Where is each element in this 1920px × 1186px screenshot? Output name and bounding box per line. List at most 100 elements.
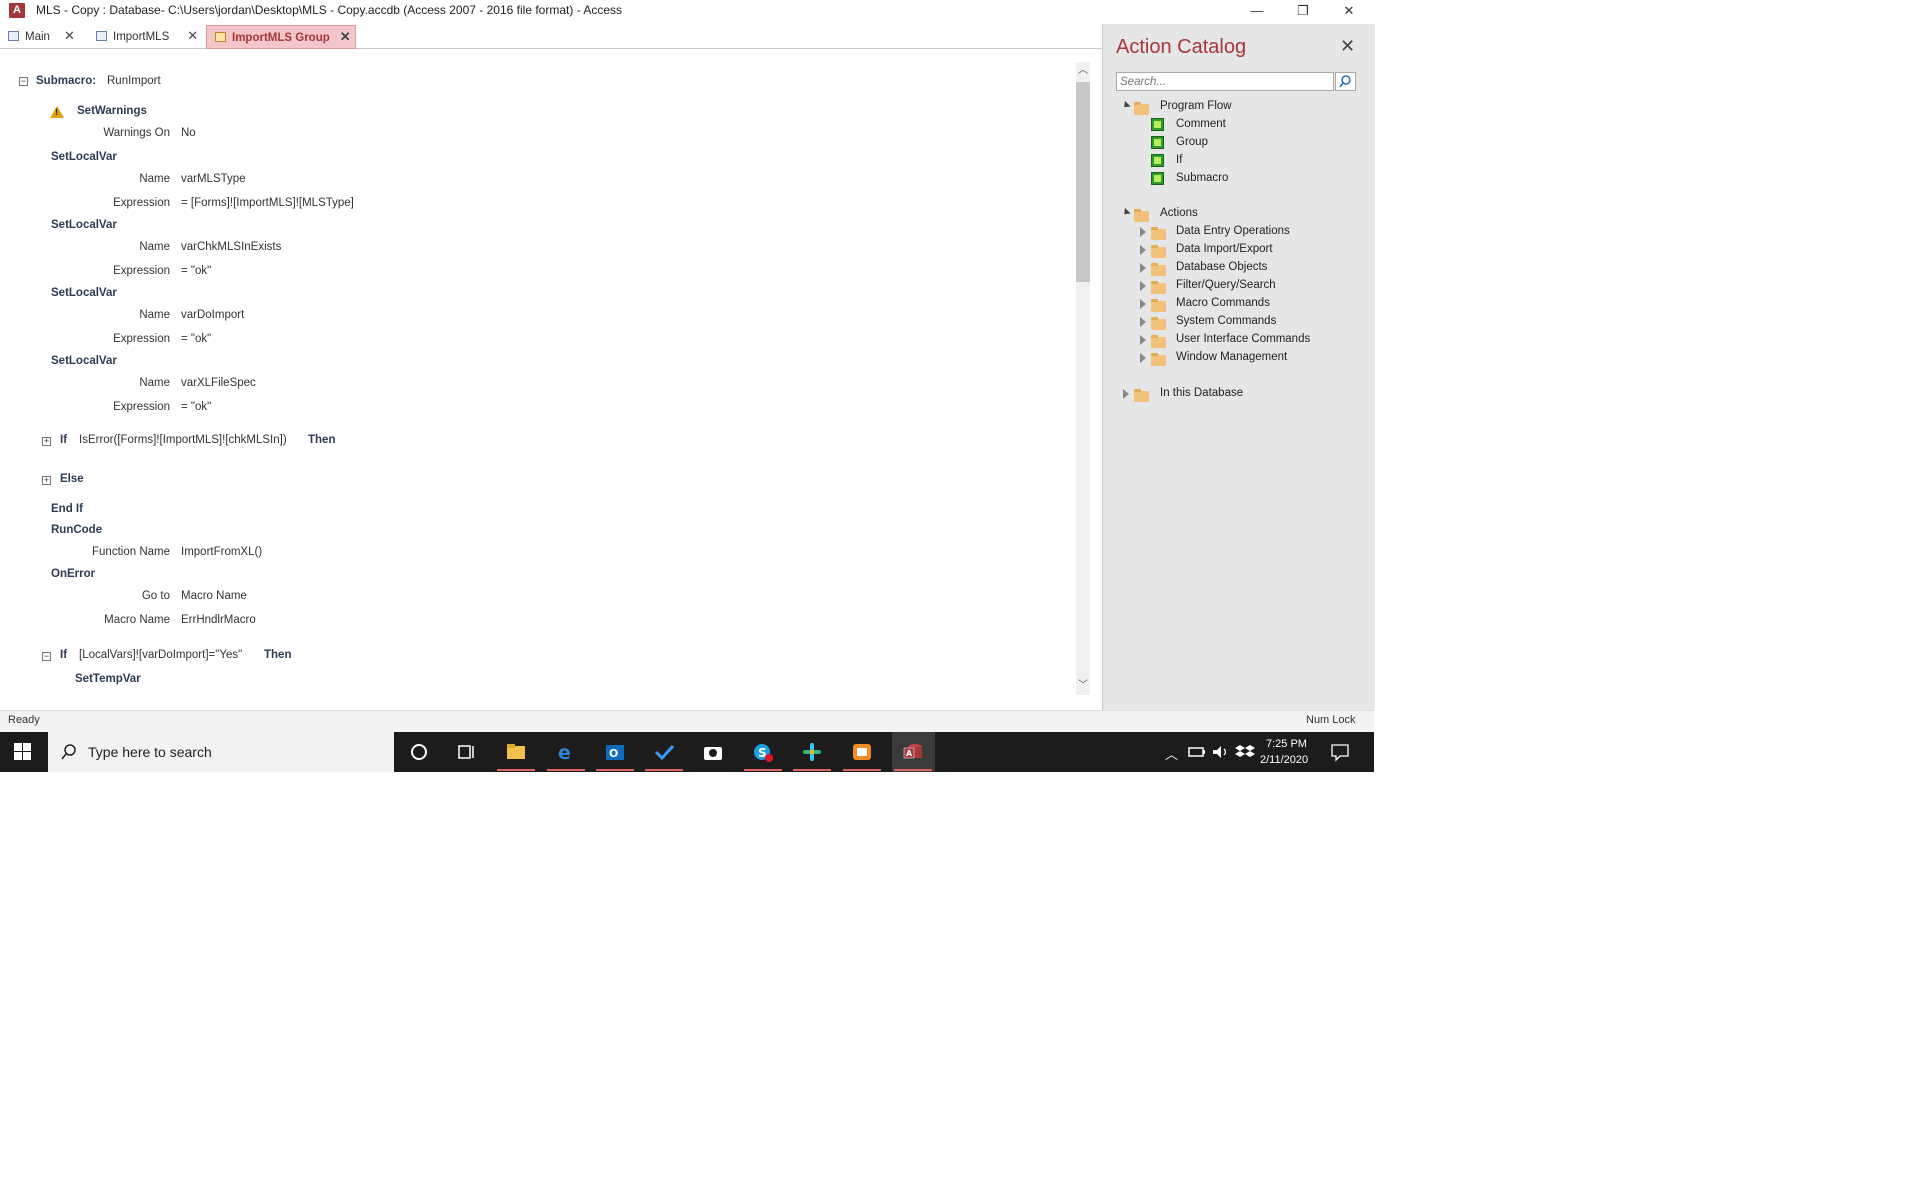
show-hidden-icons[interactable]: ︿ bbox=[1165, 744, 1178, 763]
windows-start-icon[interactable] bbox=[14, 743, 32, 761]
catalog-action-category[interactable]: Filter/Query/Search bbox=[1176, 279, 1276, 291]
tab-close-icon[interactable]: ✕ bbox=[64, 25, 75, 47]
restore-button[interactable]: ❐ bbox=[1280, 0, 1326, 22]
cortana-icon[interactable] bbox=[408, 742, 430, 762]
goto-value[interactable]: Macro Name bbox=[181, 590, 247, 602]
collapsed-icon[interactable] bbox=[1140, 353, 1146, 363]
warnings-on-value[interactable]: No bbox=[181, 127, 196, 139]
outlook-icon[interactable]: O bbox=[604, 742, 626, 762]
running-indicator bbox=[793, 769, 831, 771]
onerror-action[interactable]: OnError bbox=[51, 568, 95, 580]
var-name-value[interactable]: varDoImport bbox=[181, 309, 244, 321]
search-icon[interactable] bbox=[1335, 72, 1356, 91]
minimize-button[interactable]: — bbox=[1234, 0, 1280, 22]
file-explorer-icon[interactable] bbox=[505, 742, 527, 762]
collapsed-icon[interactable] bbox=[1140, 263, 1146, 273]
catalog-action-category[interactable]: Macro Commands bbox=[1176, 297, 1270, 309]
if-condition[interactable]: IsError([Forms]![ImportMLS]![chkMLSIn]) bbox=[79, 434, 287, 446]
tab-main[interactable]: Main ✕ bbox=[0, 25, 86, 47]
notifications-icon[interactable] bbox=[1329, 742, 1351, 762]
catalog-item-submacro[interactable]: Submacro bbox=[1176, 172, 1228, 184]
collapse-icon[interactable]: − bbox=[19, 77, 28, 86]
settempvar-action[interactable]: SetTempVar bbox=[75, 673, 141, 685]
function-name-label: Function Name bbox=[92, 546, 170, 558]
expand-icon[interactable]: + bbox=[42, 437, 51, 446]
expand-icon[interactable]: + bbox=[42, 476, 51, 485]
action-catalog-pane bbox=[1102, 24, 1375, 710]
macro-name-value[interactable]: ErrHndlrMacro bbox=[181, 614, 256, 626]
var-expression-value[interactable]: = "ok" bbox=[181, 333, 211, 345]
catalog-action-category[interactable]: System Commands bbox=[1176, 315, 1276, 327]
dropbox-icon[interactable] bbox=[1234, 742, 1256, 762]
folder-icon bbox=[1151, 353, 1166, 366]
catalog-action-category[interactable]: Data Entry Operations bbox=[1176, 225, 1290, 237]
else-keyword: Else bbox=[60, 473, 84, 485]
goto-label: Go to bbox=[141, 590, 170, 602]
runcode-action[interactable]: RunCode bbox=[51, 524, 102, 536]
var-name-value[interactable]: varMLSType bbox=[181, 173, 246, 185]
volume-icon[interactable] bbox=[1210, 742, 1232, 762]
catalog-item-group[interactable]: Group bbox=[1176, 136, 1208, 148]
catalog-item-comment[interactable]: Comment bbox=[1176, 118, 1226, 130]
collapsed-icon[interactable] bbox=[1140, 245, 1146, 255]
tab-importmls-group[interactable]: ImportMLS Group ✕ bbox=[206, 25, 356, 49]
var-expression-value[interactable]: = "ok" bbox=[181, 401, 211, 413]
app-icon[interactable] bbox=[851, 742, 873, 762]
collapsed-icon[interactable] bbox=[1140, 227, 1146, 237]
function-name-value[interactable]: ImportFromXL() bbox=[181, 546, 262, 558]
catalog-program-flow[interactable]: Program Flow bbox=[1160, 100, 1232, 112]
folder-icon bbox=[1151, 227, 1166, 240]
submacro-name[interactable]: RunImport bbox=[107, 75, 161, 87]
comment-icon bbox=[1151, 118, 1164, 131]
setlocalvar-action[interactable]: SetLocalVar bbox=[51, 355, 117, 367]
collapse-icon[interactable]: − bbox=[42, 652, 51, 661]
tab-close-icon[interactable]: ✕ bbox=[340, 26, 351, 48]
var-expression-value[interactable]: = [Forms]![ImportMLS]![MLSType] bbox=[181, 197, 354, 209]
clock-time[interactable]: 7:25 PM bbox=[1266, 738, 1307, 750]
name-label: Name bbox=[139, 377, 170, 389]
name-label: Name bbox=[139, 241, 170, 253]
catalog-action-category[interactable]: Data Import/Export bbox=[1176, 243, 1273, 255]
clock-date[interactable]: 2/11/2020 bbox=[1260, 754, 1308, 766]
scroll-up-icon[interactable]: ︿ bbox=[1076, 63, 1090, 79]
catalog-close-icon[interactable]: ✕ bbox=[1340, 36, 1355, 57]
close-window-button[interactable]: ✕ bbox=[1326, 0, 1372, 22]
var-name-value[interactable]: varChkMLSInExists bbox=[181, 241, 281, 253]
battery-icon[interactable] bbox=[1186, 742, 1208, 762]
scroll-down-icon[interactable]: ﹀ bbox=[1076, 678, 1090, 694]
catalog-in-this-database[interactable]: In this Database bbox=[1160, 387, 1243, 399]
slack-icon[interactable] bbox=[801, 742, 823, 762]
macro-editor[interactable] bbox=[0, 50, 1102, 700]
tab-importmls[interactable]: ImportMLS ✕ bbox=[88, 25, 204, 47]
access-icon[interactable]: A bbox=[902, 742, 924, 762]
folder-icon bbox=[1134, 102, 1149, 115]
task-view-icon[interactable] bbox=[456, 742, 478, 762]
collapsed-icon[interactable] bbox=[1140, 317, 1146, 327]
catalog-action-category[interactable]: Window Management bbox=[1176, 351, 1287, 363]
edge-icon[interactable]: e bbox=[555, 742, 577, 762]
folder-icon bbox=[1151, 317, 1166, 330]
setwarnings-action[interactable]: SetWarnings bbox=[77, 105, 147, 117]
setlocalvar-action[interactable]: SetLocalVar bbox=[51, 151, 117, 163]
var-expression-value[interactable]: = "ok" bbox=[181, 265, 211, 277]
todo-icon[interactable] bbox=[653, 742, 675, 762]
var-name-value[interactable]: varXLFileSpec bbox=[181, 377, 256, 389]
skype-icon[interactable]: S bbox=[752, 742, 774, 762]
camera-icon[interactable] bbox=[702, 742, 724, 762]
setlocalvar-action[interactable]: SetLocalVar bbox=[51, 287, 117, 299]
catalog-action-category[interactable]: User Interface Commands bbox=[1176, 333, 1310, 345]
catalog-action-category[interactable]: Database Objects bbox=[1176, 261, 1267, 273]
collapsed-icon[interactable] bbox=[1123, 389, 1129, 399]
tab-close-icon[interactable]: ✕ bbox=[187, 25, 198, 47]
collapsed-icon[interactable] bbox=[1140, 299, 1146, 309]
collapsed-icon[interactable] bbox=[1140, 281, 1146, 291]
access-app-icon[interactable]: A bbox=[9, 3, 25, 18]
catalog-search-input[interactable] bbox=[1116, 72, 1334, 91]
scrollbar-thumb[interactable] bbox=[1076, 82, 1090, 282]
if-condition[interactable]: [LocalVars]![varDoImport]="Yes" bbox=[79, 649, 242, 661]
folder-icon bbox=[1151, 299, 1166, 312]
collapsed-icon[interactable] bbox=[1140, 335, 1146, 345]
catalog-actions[interactable]: Actions bbox=[1160, 207, 1198, 219]
setlocalvar-action[interactable]: SetLocalVar bbox=[51, 219, 117, 231]
catalog-item-if[interactable]: If bbox=[1176, 154, 1182, 166]
